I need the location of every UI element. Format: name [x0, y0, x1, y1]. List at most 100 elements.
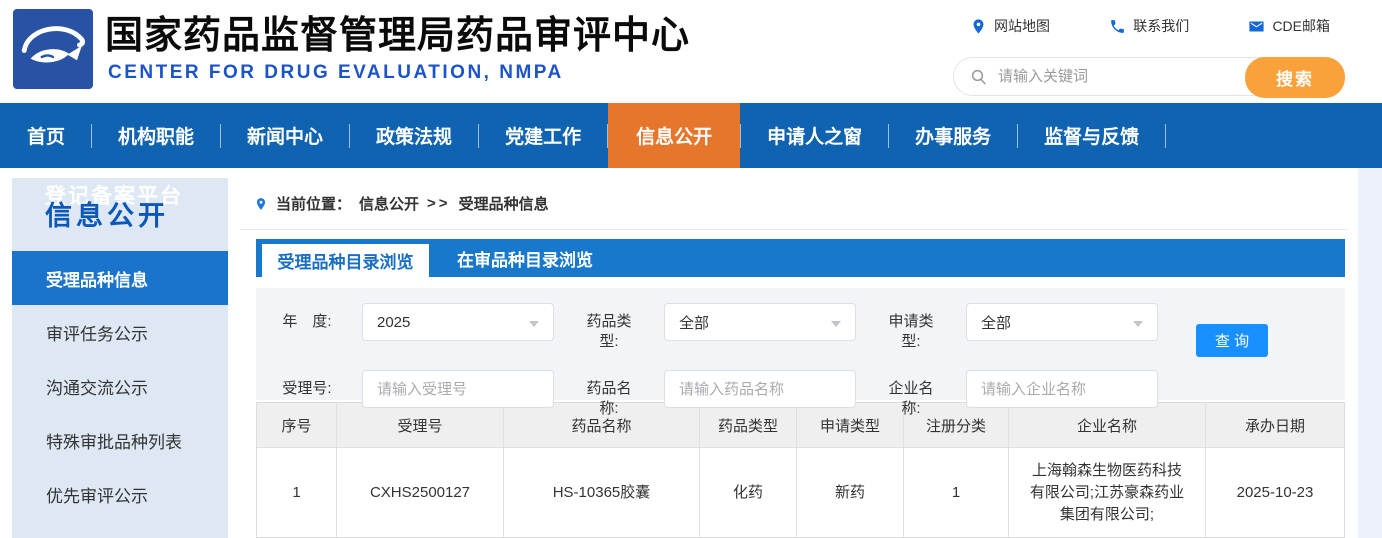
nav-item-group: 监督与反馈 — [1018, 103, 1167, 168]
select-value: 全部 — [981, 314, 1012, 332]
filter-group: 药品名称: — [580, 370, 856, 419]
cell-acceptance-date: 2025-10-23 — [1236, 483, 1314, 501]
nav-separator — [1165, 123, 1167, 148]
nav-item[interactable]: 机构职能 — [92, 103, 220, 168]
fish-logo-icon — [21, 26, 85, 63]
sidebar-item[interactable]: 优先审评公示 — [12, 467, 228, 521]
table-row[interactable]: 1 CXHS2500127 HS-10365胶囊 化药 新药 1 上海翰森生物医… — [257, 447, 1344, 537]
filter-input[interactable] — [967, 371, 1157, 407]
search-input[interactable] — [998, 59, 1238, 94]
cell-registration-class: 1 — [904, 448, 1009, 537]
sitemap-link[interactable]: 网站地图 — [970, 16, 1050, 36]
main-content: 当前位置： 信息公开 >> 受理品种信息 受理品种目录浏览 在审品种目录浏览 年… — [240, 178, 1348, 538]
filter-select[interactable]: 全部 — [966, 303, 1158, 341]
filter-select[interactable]: 2025 — [362, 303, 554, 341]
filter-label: 年 度: — [282, 313, 332, 330]
filter-select[interactable]: 全部 — [664, 303, 856, 341]
sidebar-title: 信息公开 — [45, 201, 169, 231]
nav-item[interactable]: 新闻中心 — [221, 103, 349, 168]
header-quick-links: 网站地图 联系我们 CDE邮箱 — [970, 16, 1330, 36]
cell-drug-name: HS-10365胶囊 — [504, 448, 700, 537]
filter-group: 申请类型: 全部 — [882, 303, 1158, 352]
sitemap-label: 网站地图 — [994, 18, 1050, 34]
filter-label: 药品名称: — [586, 380, 632, 417]
cell-acceptance-no: CXHS2500127 — [337, 448, 504, 537]
cell-drug-type: 化药 — [700, 448, 797, 537]
filter-panel: 年 度: 2025 药品类型: 全部 申请类型: 全部 受理号: 请输入受理号 … — [256, 288, 1345, 417]
nav-item[interactable]: 监督与反馈 — [1018, 103, 1165, 168]
site-subtitle: CENTER FOR DRUG EVALUATION, NMPA — [108, 62, 564, 83]
breadcrumb-prefix: 当前位置： — [276, 196, 352, 213]
site-header: 国家药品监督管理局药品审评中心 CENTER FOR DRUG EVALUATI… — [0, 0, 1382, 103]
select-value: 全部 — [679, 314, 710, 332]
main-nav: 首页 机构职能 新闻中心 政策法规 党建工作 信息公开 申请人之窗 办事服务 监… — [0, 103, 1382, 168]
filter-label: 企业名称: — [888, 380, 934, 417]
tab[interactable]: 在审品种目录浏览 — [429, 239, 621, 277]
sidebar-item[interactable]: 审评任务公示 — [12, 305, 228, 359]
breadcrumb-current: 受理品种信息 — [458, 196, 549, 213]
cde-logo — [13, 9, 93, 89]
sidebar-item[interactable]: 沟通交流公示 — [12, 359, 228, 413]
nav-item[interactable]: 党建工作 — [479, 103, 607, 168]
chevron-down-icon — [1133, 321, 1143, 327]
breadcrumb-section[interactable]: 信息公开 — [359, 193, 419, 214]
contact-us-label: 联系我们 — [1133, 18, 1190, 34]
search-icon — [971, 69, 986, 85]
nav-item[interactable]: 政策法规 — [350, 103, 478, 168]
sidebar: 登记备案平台 信息公开 受理品种信息 审评任务公示 沟通交流公示 特殊审批品种列… — [12, 178, 228, 538]
cde-mail-link[interactable]: CDE邮箱 — [1248, 16, 1330, 36]
catalog-tabs: 受理品种目录浏览 在审品种目录浏览 — [256, 239, 1345, 277]
table-body: 1 CXHS2500127 HS-10365胶囊 化药 新药 1 上海翰森生物医… — [257, 447, 1344, 537]
filter-input[interactable] — [363, 371, 553, 407]
filter-input-box — [362, 370, 554, 408]
nav-item-group: 新闻中心 — [221, 103, 351, 168]
nav-item[interactable]: 信息公开 — [608, 103, 741, 168]
filter-input[interactable] — [665, 371, 855, 407]
filter-group: 药品类型: 全部 — [580, 303, 856, 352]
filter-label: 受理号: — [282, 380, 332, 397]
breadcrumb-separator: >> — [427, 195, 451, 212]
location-pin-icon — [973, 18, 984, 34]
sidebar-item[interactable]: 特殊审批品种列表 — [12, 413, 228, 467]
chevron-down-icon — [529, 321, 539, 327]
sidebar-header: 登记备案平台 信息公开 — [12, 178, 228, 251]
filter-row-inputs: 受理号: 药品名称: 企业名称: — [256, 370, 1345, 419]
nav-item-group: 政策法规 — [350, 103, 480, 168]
nav-item-group: 机构职能 — [92, 103, 222, 168]
nav-item[interactable]: 申请人之窗 — [741, 103, 888, 168]
page-gutter — [1358, 168, 1382, 538]
mail-icon — [1249, 21, 1265, 31]
cell-seq-no: 1 — [257, 448, 337, 537]
breadcrumb: 当前位置： 信息公开 >> 受理品种信息 — [240, 178, 1348, 230]
filter-label: 申请类型: — [888, 313, 934, 350]
query-button[interactable]: 查 询 — [1196, 324, 1268, 357]
nav-item-group: 申请人之窗 — [741, 103, 890, 168]
location-pin-icon — [256, 197, 266, 210]
nav-item-group: 信息公开 — [608, 103, 742, 168]
nav-item[interactable]: 首页 — [1, 103, 91, 168]
cell-company-name: 上海翰森生物医药科技有限公司;江苏豪森药业集团有限公司; — [1009, 448, 1206, 537]
select-value: 2025 — [377, 313, 411, 331]
filter-group: 企业名称: — [882, 370, 1158, 419]
site-title: 国家药品监督管理局药品审评中心 — [105, 15, 691, 57]
nav-item-group: 办事服务 — [889, 103, 1019, 168]
nav-item-group: 党建工作 — [479, 103, 609, 168]
search-button[interactable]: 搜索 — [1245, 57, 1345, 98]
tab[interactable]: 受理品种目录浏览 — [262, 244, 429, 277]
site-search: 搜索 — [953, 57, 1345, 98]
sidebar-menu: 受理品种信息 审评任务公示 沟通交流公示 特殊审批品种列表 优先审评公示 — [12, 251, 228, 521]
filter-group: 年 度: 2025 — [278, 303, 554, 352]
filter-group: 受理号: — [278, 370, 554, 419]
contact-us-link[interactable]: 联系我们 — [1109, 16, 1189, 36]
nav-item-group: 首页 — [1, 103, 93, 168]
results-table: 序号 受理号 药品名称 药品类型 申请类型 注册分类 企业名称 承办日期 1 C… — [256, 402, 1345, 538]
chevron-down-icon — [831, 321, 841, 327]
filter-input-box — [664, 370, 856, 408]
filter-row-selects: 年 度: 2025 药品类型: 全部 申请类型: 全部 — [256, 288, 1345, 352]
cde-mail-label: CDE邮箱 — [1272, 18, 1330, 34]
phone-icon — [1111, 19, 1125, 33]
sidebar-item[interactable]: 受理品种信息 — [12, 251, 228, 305]
filter-input-box — [966, 370, 1158, 408]
nav-item[interactable]: 办事服务 — [889, 103, 1017, 168]
cell-application-type: 新药 — [797, 448, 904, 537]
